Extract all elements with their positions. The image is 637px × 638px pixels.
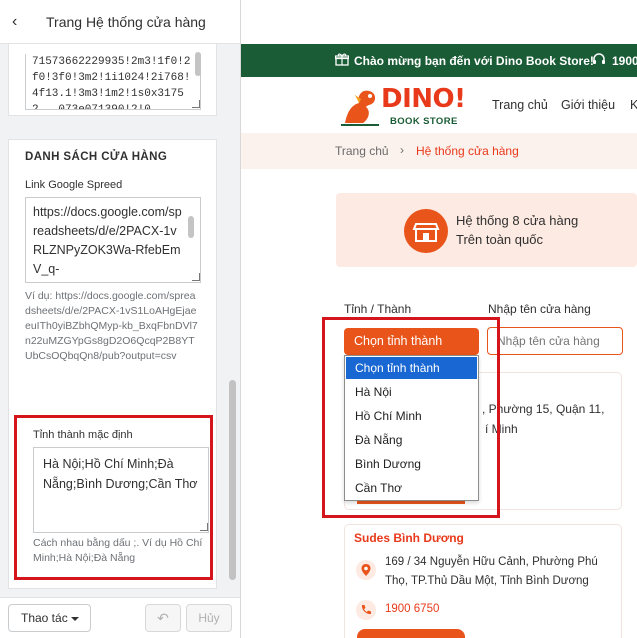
- store-card: Sudes Bình Dương 169 / 34 Nguyễn Hữu Cản…: [344, 524, 622, 638]
- google-sheet-link-hint: Ví dụ: https://docs.google.com/spreadshe…: [25, 290, 198, 362]
- map-embed-textarea[interactable]: 71573662229935!2m3!1f0!2f0!3f0!3m2!1i102…: [25, 54, 201, 110]
- logo-subtitle: BOOK STORE: [390, 116, 458, 127]
- cancel-button[interactable]: Hủy: [186, 604, 232, 632]
- province-filter-label: Tỉnh / Thành: [344, 302, 412, 316]
- store-phone[interactable]: 1900 6750: [385, 603, 439, 615]
- highlight-box-province-select: [322, 317, 500, 518]
- store-preview: Chào mừng bạn đến với Dino Book Store! 1…: [241, 0, 637, 638]
- undo-icon: ↶: [157, 610, 169, 626]
- google-sheet-link-textarea[interactable]: https://docs.google.com/spreadsheets/d/e…: [25, 197, 201, 283]
- store-name-filter-label: Nhập tên cửa hàng: [488, 302, 591, 316]
- store-icon: [404, 209, 448, 253]
- top-announcement-bar: Chào mừng bạn đến với Dino Book Store! 1…: [241, 44, 637, 77]
- phone-icon: [356, 600, 376, 625]
- caret-down-icon: [71, 617, 79, 621]
- hotline-text[interactable]: 1900: [612, 54, 637, 68]
- breadcrumb-current: Hệ thống cửa hàng: [416, 144, 519, 158]
- nav-more[interactable]: K: [630, 98, 637, 112]
- section-title: DANH SÁCH CỬA HÀNG: [25, 151, 168, 163]
- store-name: Sudes Bình Dương: [354, 531, 464, 545]
- back-chevron-icon[interactable]: ‹: [12, 13, 26, 31]
- breadcrumb: Trang chủ › Hệ thống cửa hàng: [241, 133, 637, 169]
- dino-mascot-icon: [341, 90, 379, 126]
- breadcrumb-separator: ›: [400, 143, 404, 157]
- store-count-banner: Hệ thống 8 cửa hàng Trên toàn quốc: [336, 193, 637, 267]
- welcome-text: Chào mừng bạn đến với Dino Book Store!: [354, 54, 594, 68]
- previous-settings-card: 71573662229935!2m3!1f0!2f0!3f0!3m2!1i102…: [8, 44, 217, 116]
- panel-footer: Thao tác ↶ Hủy: [0, 597, 240, 638]
- store-action-button[interactable]: [357, 629, 465, 638]
- breadcrumb-home[interactable]: Trang chủ: [335, 144, 389, 158]
- store-address: 169 / 34 Nguyễn Hữu Cảnh, Phường Phú Thọ…: [385, 556, 598, 587]
- panel-header: ‹ Trang Hệ thống cửa hàng: [0, 0, 240, 44]
- map-pin-icon: [356, 560, 376, 585]
- store-name-input[interactable]: [487, 327, 623, 355]
- google-sheet-link-label: Link Google Spreed: [25, 179, 123, 191]
- actions-dropdown-button[interactable]: Thao tác: [8, 604, 91, 632]
- highlight-box-province-field: [14, 415, 213, 580]
- undo-button[interactable]: ↶: [145, 604, 181, 632]
- panel-title: Trang Hệ thống cửa hàng: [46, 14, 206, 30]
- nationwide-text: Trên toàn quốc: [456, 232, 543, 247]
- nav-home[interactable]: Trang chủ: [492, 98, 548, 112]
- logo-wordmark: DINO!: [381, 84, 466, 114]
- resize-handle-icon[interactable]: [192, 100, 200, 108]
- site-header: DINO! BOOK STORE Trang chủ Giới thiệu K: [241, 77, 637, 133]
- panel-scrollbar[interactable]: [229, 380, 236, 580]
- actions-label: Thao tác: [21, 611, 68, 625]
- store-count-text: Hệ thống 8 cửa hàng: [456, 213, 579, 228]
- textarea-scrollbar[interactable]: [195, 52, 201, 76]
- textarea-scrollbar[interactable]: [188, 216, 194, 238]
- dino-logo[interactable]: DINO! BOOK STORE: [339, 83, 469, 129]
- resize-handle-icon[interactable]: [192, 273, 200, 281]
- gift-icon: [334, 53, 350, 69]
- store-address-fragment: , Phường 15, Quận 11,: [482, 402, 605, 416]
- nav-about[interactable]: Giới thiệu: [561, 98, 615, 112]
- headset-icon: [592, 53, 606, 69]
- theme-editor-panel: ‹ Trang Hệ thống cửa hàng 71573662229935…: [0, 0, 241, 638]
